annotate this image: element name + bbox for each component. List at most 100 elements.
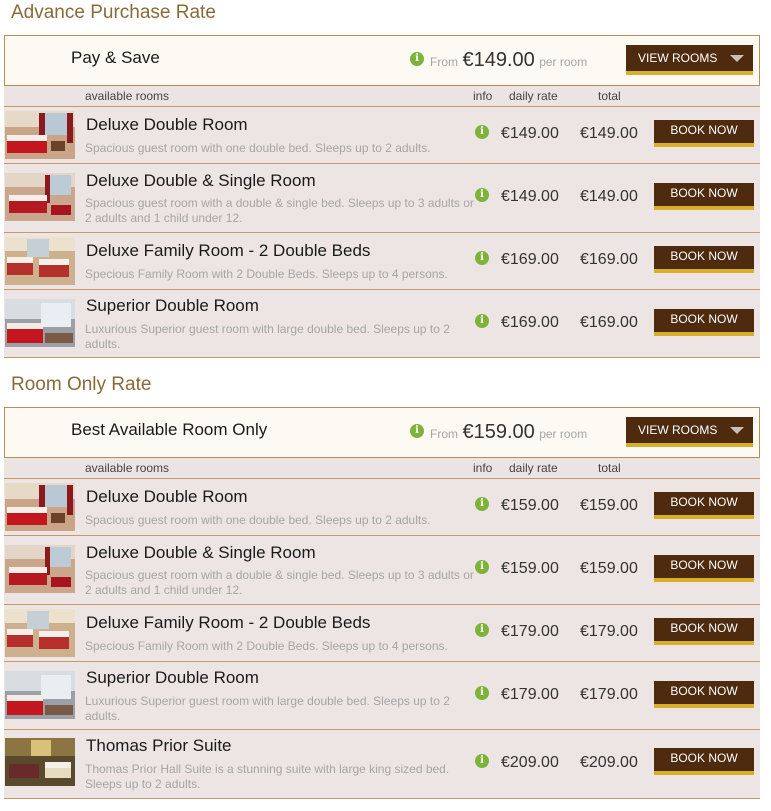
rate-name: Best Available Room Only — [71, 420, 268, 439]
deluxe-double-room-photo — [5, 111, 75, 159]
daily-rate: €209.00 — [501, 754, 559, 771]
rate-section-room-only: Room Only Rate Best Available Room Only … — [4, 368, 760, 811]
total-price: €169.00 — [580, 251, 638, 268]
family-room-photo — [5, 237, 75, 285]
daily-rate: €179.00 — [501, 686, 559, 703]
rate-summary: Pay & Save i From €149.00 per room VIEW … — [4, 35, 760, 86]
family-room-photo — [5, 609, 75, 657]
table-row: Deluxe Double Room Spacious guest room w… — [4, 107, 760, 164]
room-description: Spacious guest room with a double & sing… — [85, 568, 474, 597]
column-header-total: total — [598, 89, 621, 103]
column-header-daily-rate: daily rate — [509, 461, 558, 475]
section-title: Room Only Rate — [11, 374, 152, 395]
room-description: Specious Family Room with 2 Double Beds.… — [85, 639, 448, 653]
room-name: Deluxe Double Room — [86, 115, 248, 134]
book-now-button[interactable]: BOOK NOW — [654, 492, 754, 519]
book-now-button[interactable]: BOOK NOW — [654, 120, 754, 147]
book-now-button[interactable]: BOOK NOW — [654, 246, 754, 273]
superior-double-room-photo — [5, 299, 75, 347]
room-name: Superior Double Room — [86, 668, 259, 687]
column-header-rooms: available rooms — [85, 89, 170, 103]
total-price: €209.00 — [580, 754, 638, 771]
room-description: Spacious guest room with a double & sing… — [85, 196, 474, 225]
table-header: available rooms info daily rate total — [4, 458, 760, 479]
total-price: €159.00 — [580, 560, 638, 577]
room-description: Spacious guest room with one double bed.… — [85, 513, 431, 527]
column-header-rooms: available rooms — [85, 461, 170, 475]
deluxe-double-single-room-photo — [5, 545, 75, 593]
room-description: Thomas Prior Hall Suite is a stunning su… — [85, 762, 450, 791]
room-description: Luxurious Superior guest room with large… — [85, 694, 450, 723]
from-price: €159.00 — [462, 421, 535, 443]
daily-rate: €169.00 — [501, 314, 559, 331]
room-name: Thomas Prior Suite — [86, 736, 232, 755]
total-price: €179.00 — [580, 623, 638, 640]
room-description: Luxurious Superior guest room with large… — [85, 322, 450, 351]
column-header-info: info — [473, 89, 493, 103]
table-row: Deluxe Family Room - 2 Double Beds Speci… — [4, 605, 760, 662]
book-now-button[interactable]: BOOK NOW — [654, 183, 754, 210]
from-label: From — [430, 427, 458, 441]
table-row: Superior Double Room Luxurious Superior … — [4, 662, 760, 730]
room-name: Superior Double Room — [86, 296, 259, 315]
room-name: Deluxe Family Room - 2 Double Beds — [86, 241, 371, 260]
view-rooms-label: VIEW ROOMS — [638, 423, 718, 437]
info-icon[interactable]: i — [475, 188, 489, 202]
room-name: Deluxe Family Room - 2 Double Beds — [86, 613, 371, 632]
per-room-label: per room — [539, 55, 588, 69]
info-icon[interactable]: i — [475, 560, 489, 574]
daily-rate: €159.00 — [501, 497, 559, 514]
daily-rate: €149.00 — [501, 125, 559, 142]
table-header: available rooms info daily rate total — [4, 86, 760, 107]
room-name: Deluxe Double & Single Room — [86, 171, 316, 190]
info-icon[interactable]: i — [475, 251, 489, 265]
daily-rate: €169.00 — [501, 251, 559, 268]
from-label: From — [430, 55, 458, 69]
table-row: Deluxe Double & Single Room Spacious gue… — [4, 536, 760, 605]
info-icon[interactable]: i — [475, 686, 489, 700]
info-icon[interactable]: i — [410, 52, 424, 66]
rate-section-advance-purchase: Advance Purchase Rate Pay & Save i From … — [4, 0, 760, 365]
info-icon[interactable]: i — [410, 424, 424, 438]
daily-rate: €149.00 — [501, 188, 559, 205]
view-rooms-button[interactable]: VIEW ROOMS — [626, 417, 753, 447]
per-room-label: per room — [539, 427, 588, 441]
column-header-total: total — [598, 461, 621, 475]
info-icon[interactable]: i — [475, 754, 489, 768]
column-header-daily-rate: daily rate — [509, 89, 558, 103]
room-name: Deluxe Double Room — [86, 487, 248, 506]
table-row: Deluxe Double Room Spacious guest room w… — [4, 479, 760, 536]
room-description: Specious Family Room with 2 Double Beds.… — [85, 267, 448, 281]
superior-double-room-photo — [5, 671, 75, 719]
book-now-button[interactable]: BOOK NOW — [654, 681, 754, 708]
info-icon[interactable]: i — [475, 314, 489, 328]
suite-photo — [5, 738, 75, 786]
chevron-down-icon — [730, 55, 744, 62]
book-now-button[interactable]: BOOK NOW — [654, 748, 754, 775]
total-price: €179.00 — [580, 686, 638, 703]
from-price-block: From €159.00 per room — [430, 421, 587, 444]
room-name: Deluxe Double & Single Room — [86, 543, 316, 562]
info-icon[interactable]: i — [475, 497, 489, 511]
book-now-button[interactable]: BOOK NOW — [654, 555, 754, 582]
chevron-down-icon — [730, 427, 744, 434]
from-price-block: From €149.00 per room — [430, 49, 587, 72]
daily-rate: €159.00 — [501, 560, 559, 577]
daily-rate: €179.00 — [501, 623, 559, 640]
total-price: €169.00 — [580, 314, 638, 331]
table-row: Superior Double Room Luxurious Superior … — [4, 290, 760, 358]
table-row: Thomas Prior Suite Thomas Prior Hall Sui… — [4, 730, 760, 799]
view-rooms-label: VIEW ROOMS — [638, 51, 718, 65]
column-header-info: info — [473, 461, 493, 475]
deluxe-double-single-room-photo — [5, 173, 75, 221]
room-description: Spacious guest room with one double bed.… — [85, 141, 431, 155]
view-rooms-button[interactable]: VIEW ROOMS — [626, 45, 753, 75]
info-icon[interactable]: i — [475, 623, 489, 637]
deluxe-double-room-photo — [5, 483, 75, 531]
total-price: €149.00 — [580, 188, 638, 205]
total-price: €149.00 — [580, 125, 638, 142]
book-now-button[interactable]: BOOK NOW — [654, 618, 754, 645]
book-now-button[interactable]: BOOK NOW — [654, 309, 754, 336]
info-icon[interactable]: i — [475, 125, 489, 139]
table-row: Deluxe Double & Single Room Spacious gue… — [4, 164, 760, 233]
